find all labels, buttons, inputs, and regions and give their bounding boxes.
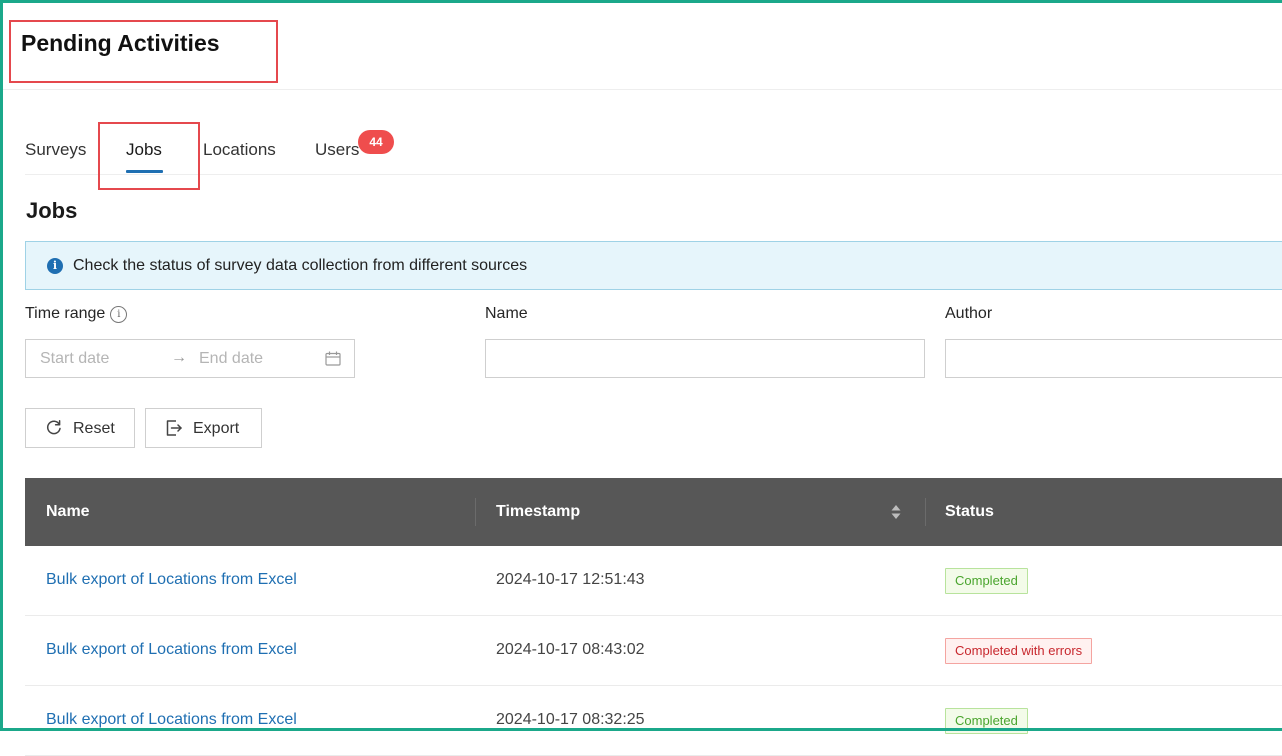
job-name-link[interactable]: Bulk export of Locations from Excel — [46, 711, 297, 729]
table-row: Bulk export of Locations from Excel 2024… — [25, 686, 1282, 756]
author-filter-label: Author — [945, 305, 993, 322]
export-button-label: Export — [193, 420, 240, 437]
annotation-highlight-title — [9, 20, 278, 83]
job-name-link[interactable]: Bulk export of Locations from Excel — [46, 571, 297, 589]
status-badge: Completed — [945, 708, 1028, 734]
column-separator — [925, 498, 926, 526]
annotation-highlight-jobs-tab — [98, 122, 200, 190]
date-range-picker[interactable]: Start date → End date — [25, 339, 355, 378]
reload-icon — [46, 420, 61, 435]
column-separator — [475, 498, 476, 526]
jobs-table: Name Timestamp Status Bulk export of Loc… — [25, 478, 1282, 756]
column-header-status[interactable]: Status — [945, 503, 994, 521]
reset-button-label: Reset — [73, 420, 115, 437]
sort-icon[interactable] — [890, 502, 902, 522]
tab-locations[interactable]: Locations — [203, 140, 276, 160]
table-row: Bulk export of Locations from Excel 2024… — [25, 616, 1282, 686]
name-filter-label: Name — [485, 305, 528, 322]
table-header: Name Timestamp Status — [25, 478, 1282, 546]
reset-button[interactable]: Reset — [25, 408, 135, 448]
start-date-input[interactable]: Start date — [40, 350, 109, 368]
users-count-badge: 44 — [358, 130, 394, 154]
tab-bar: Surveys Jobs Locations Users 44 — [25, 128, 1282, 175]
export-icon — [166, 420, 182, 436]
date-range-arrow: → — [171, 349, 187, 366]
job-timestamp: 2024-10-17 12:51:43 — [496, 571, 645, 588]
info-banner-text: Check the status of survey data collecti… — [73, 257, 528, 274]
author-filter-input[interactable] — [945, 339, 1282, 378]
job-name-link[interactable]: Bulk export of Locations from Excel — [46, 641, 297, 659]
calendar-icon[interactable] — [325, 351, 341, 366]
tab-users[interactable]: Users — [315, 140, 359, 160]
info-icon: i — [47, 258, 63, 274]
job-timestamp: 2024-10-17 08:43:02 — [496, 641, 645, 658]
section-title: Jobs — [26, 198, 78, 223]
end-date-input[interactable]: End date — [199, 350, 263, 368]
table-row: Bulk export of Locations from Excel 2024… — [25, 546, 1282, 616]
tab-surveys[interactable]: Surveys — [25, 140, 86, 160]
column-header-name[interactable]: Name — [46, 503, 90, 521]
info-banner: i Check the status of survey data collec… — [25, 241, 1282, 290]
export-button[interactable]: Export — [145, 408, 262, 448]
header-divider — [3, 89, 1282, 90]
name-filter-input[interactable] — [485, 339, 925, 378]
time-range-label: Time range i — [25, 305, 128, 323]
status-badge: Completed with errors — [945, 638, 1093, 664]
job-timestamp: 2024-10-17 08:32:25 — [496, 711, 645, 728]
status-badge: Completed — [945, 568, 1028, 594]
info-circle-icon[interactable]: i — [110, 306, 128, 323]
time-range-label-text: Time range — [25, 305, 106, 322]
column-header-timestamp[interactable]: Timestamp — [496, 503, 580, 521]
